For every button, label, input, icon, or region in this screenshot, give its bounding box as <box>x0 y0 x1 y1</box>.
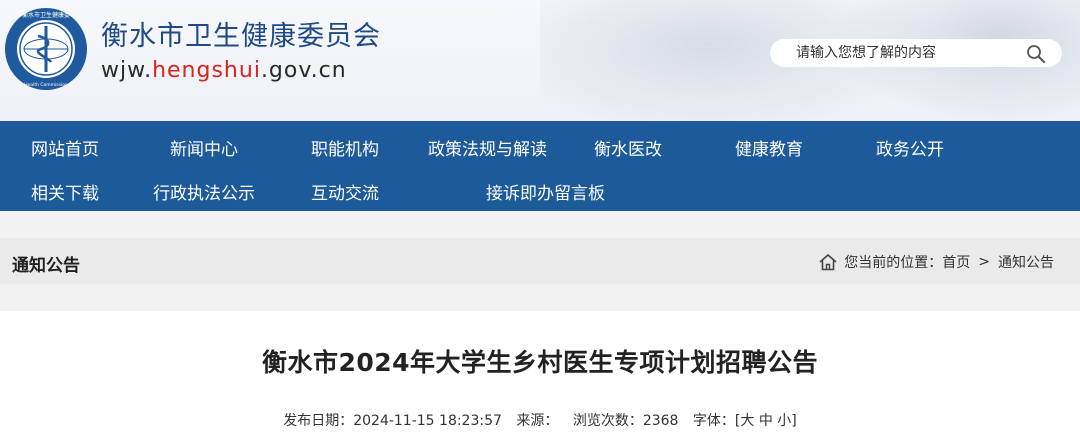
view-count-label: 浏览次数： <box>572 413 643 429</box>
domain-prefix: wjw. <box>101 58 153 83</box>
nav-item-news[interactable]: 新闻中心 <box>170 135 238 160</box>
search-icon[interactable] <box>1026 44 1046 64</box>
nav-item-government-affairs[interactable]: 政务公开 <box>876 135 944 160</box>
article-panel: 衡水市2024年大学生乡村医生专项计划招聘公告 发布日期：2024-11-15 … <box>0 311 1080 440</box>
svg-text:衡水市卫生健康委: 衡水市卫生健康委 <box>22 11 70 19</box>
nav-item-home[interactable]: 网站首页 <box>31 135 99 160</box>
nav-item-health-education[interactable]: 健康教育 <box>735 135 803 160</box>
publish-date-label: 发布日期： <box>283 413 354 429</box>
nav-item-downloads[interactable]: 相关下载 <box>31 179 99 204</box>
section-bar: 通知公告 您当前的位置： 首页 > 通知公告 <box>0 238 1080 284</box>
nav-item-message-board[interactable]: 接诉即办留言板 <box>486 179 605 204</box>
source-label: 来源： <box>516 413 559 429</box>
nav-item-policies[interactable]: 政策法规与解读 <box>428 135 547 160</box>
font-size-medium-button[interactable]: 中 <box>759 413 773 429</box>
nav-item-law-enforcement[interactable]: 行政执法公示 <box>153 179 255 204</box>
font-size-small-button[interactable]: 小 <box>777 413 791 429</box>
publish-date: 发布日期：2024-11-15 18:23:57 <box>283 413 502 429</box>
site-domain: wjw.hengshui.gov.cn <box>101 58 347 83</box>
nav-item-interaction[interactable]: 互动交流 <box>311 179 379 204</box>
home-icon <box>819 254 837 271</box>
svg-text:Health Commission: Health Commission <box>24 82 68 88</box>
nav-item-departments[interactable]: 职能机构 <box>311 135 379 160</box>
publish-date-value: 2024-11-15 18:23:57 <box>353 413 502 429</box>
font-size-bracket-close: ] <box>791 413 797 429</box>
font-size-control: 字体：[大 中 小] <box>693 413 797 429</box>
font-size-large-button[interactable]: 大 <box>740 413 754 429</box>
site-header: 衡水市卫生健康委 Health Commission 衡水市卫生健康委员会 wj… <box>0 0 1080 121</box>
site-title[interactable]: 衡水市卫生健康委员会 <box>101 14 381 53</box>
domain-highlight: hengshui <box>152 58 261 83</box>
breadcrumb: 您当前的位置： 首页 > 通知公告 <box>818 252 1054 272</box>
main-nav: 网站首页 新闻中心 职能机构 政策法规与解读 衡水医改 健康教育 政务公开 相关… <box>0 121 1080 211</box>
breadcrumb-separator: > <box>978 254 990 270</box>
health-commission-emblem-icon[interactable]: 衡水市卫生健康委 Health Commission <box>3 6 89 92</box>
font-size-label: 字体： <box>692 413 735 429</box>
view-count: 浏览次数：2368 <box>573 413 679 429</box>
breadcrumb-prefix: 您当前的位置： <box>844 255 943 271</box>
nav-item-medical-reform[interactable]: 衡水医改 <box>594 135 662 160</box>
breadcrumb-home-link[interactable]: 首页 <box>942 252 970 272</box>
breadcrumb-current-link[interactable]: 通知公告 <box>998 252 1054 272</box>
source: 来源： <box>516 413 558 429</box>
search-box <box>770 39 1062 67</box>
section-title: 通知公告 <box>12 256 80 276</box>
view-count-value: 2368 <box>642 413 679 429</box>
search-input[interactable] <box>770 39 1020 67</box>
article-title: 衡水市2024年大学生乡村医生专项计划招聘公告 <box>261 348 819 377</box>
domain-suffix: .gov.cn <box>260 58 347 83</box>
article-meta: 发布日期：2024-11-15 18:23:57 来源： 浏览次数：2368 字… <box>0 410 1080 430</box>
